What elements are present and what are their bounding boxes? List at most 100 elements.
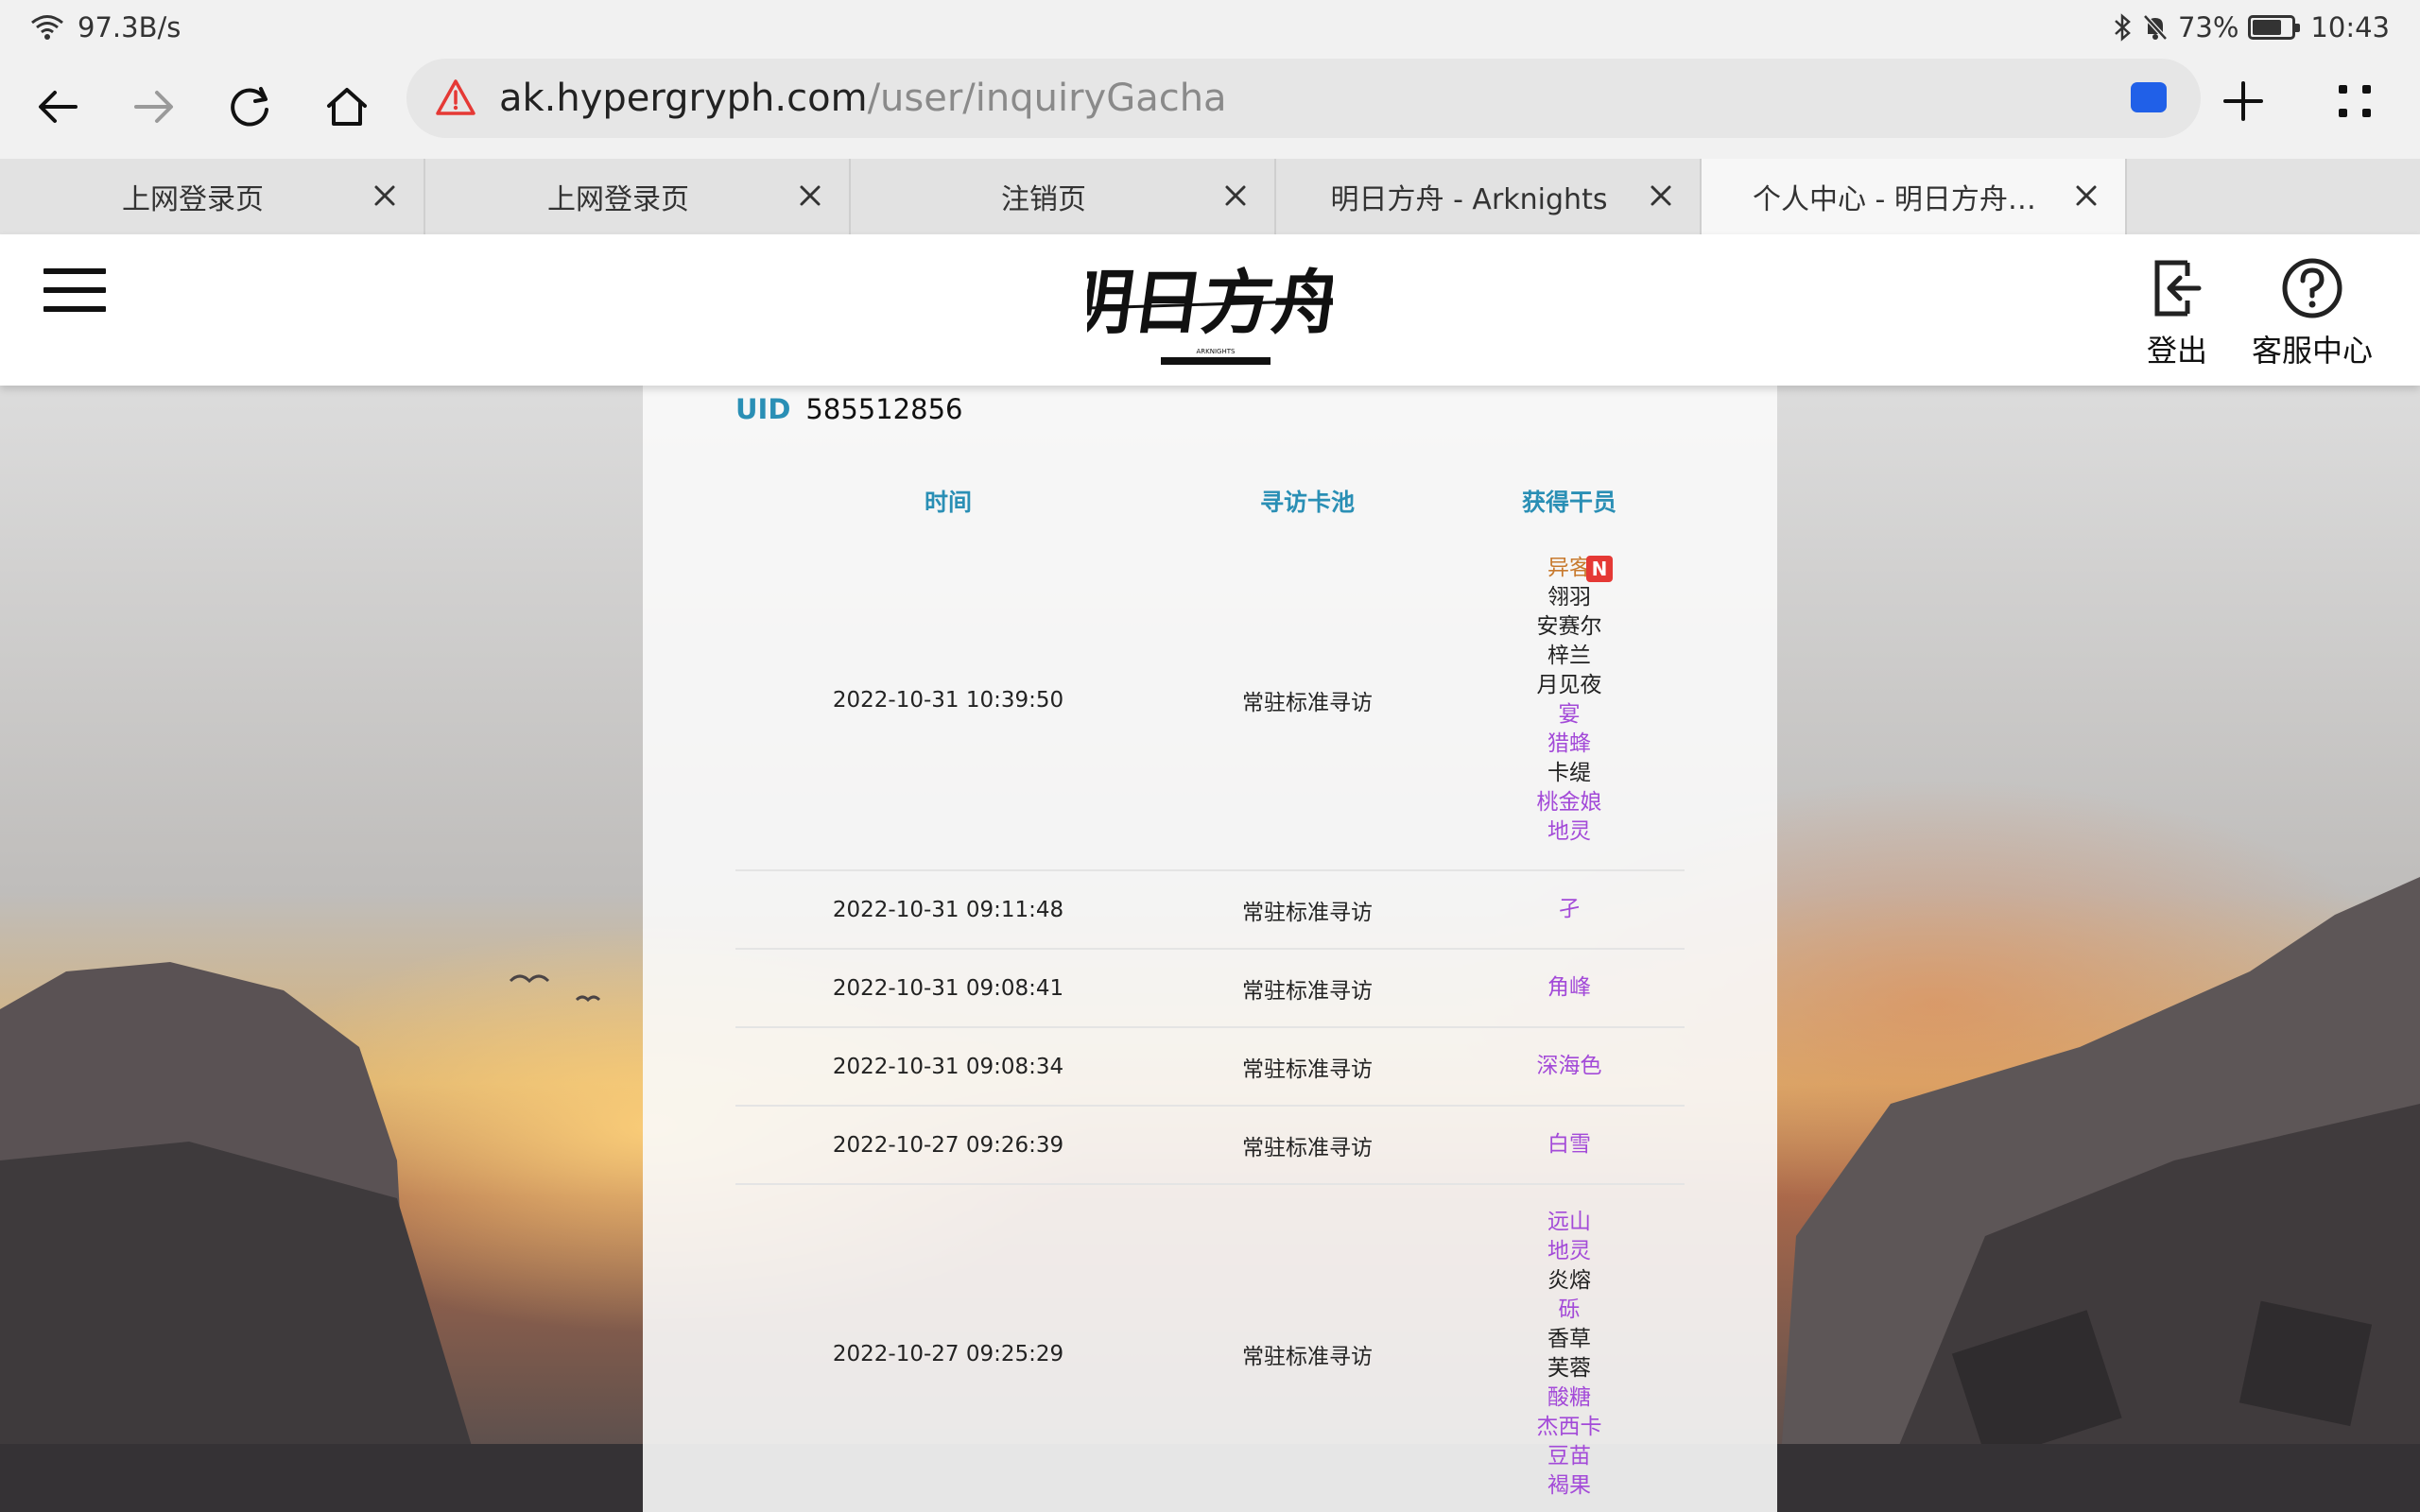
pull-time: 2022-10-27 09:25:29 bbox=[735, 1184, 1161, 1512]
operator-name-text: 月见夜 bbox=[1536, 673, 1602, 697]
operator-name-text: 杰西卡 bbox=[1536, 1415, 1602, 1439]
operator-name: 香草 bbox=[1454, 1325, 1685, 1354]
grid-dots-icon bbox=[2339, 85, 2371, 117]
uid-label: UID bbox=[735, 393, 791, 425]
pull-pool: 常驻标准寻访 bbox=[1161, 1027, 1454, 1107]
warning-triangle-icon[interactable] bbox=[435, 77, 476, 119]
logout-button[interactable]: 登出 bbox=[2144, 255, 2210, 370]
menu-button[interactable] bbox=[2312, 59, 2397, 144]
pull-time: 2022-10-31 09:08:41 bbox=[735, 949, 1161, 1028]
mute-bell-icon bbox=[2143, 14, 2168, 41]
tab-title: 注销页 bbox=[1001, 183, 1086, 216]
uid-value: 585512856 bbox=[805, 393, 963, 425]
close-icon[interactable] bbox=[794, 180, 826, 212]
logout-label: 登出 bbox=[2146, 333, 2207, 369]
operator-name: 炎熔 bbox=[1454, 1266, 1685, 1296]
hamburger-menu-icon[interactable] bbox=[43, 268, 106, 318]
customer-service-label: 客服中心 bbox=[2252, 333, 2374, 369]
forward-button[interactable] bbox=[112, 64, 197, 149]
pull-operators: 异客 N 翎羽 安赛尔 梓兰 月见夜宴猎蜂 卡缇 桃金娘 地灵 bbox=[1454, 531, 1685, 871]
pull-pool: 常驻标准寻访 bbox=[1161, 949, 1454, 1028]
table-row: 2022-10-31 09:08:34 常驻标准寻访 深海色 bbox=[735, 1027, 1685, 1107]
operator-name: 角峰 bbox=[1454, 973, 1685, 1003]
pull-operators: 角峰 bbox=[1454, 949, 1685, 1028]
operator-name: 白雪 bbox=[1454, 1130, 1685, 1160]
pull-pool: 常驻标准寻访 bbox=[1161, 870, 1454, 950]
operator-name: 梓兰 bbox=[1454, 642, 1685, 671]
operator-name-text: 砾 bbox=[1558, 1297, 1581, 1322]
new-operator-badge: N bbox=[1586, 556, 1613, 582]
operator-name: 豆苗 bbox=[1454, 1442, 1685, 1471]
close-icon[interactable] bbox=[369, 180, 401, 212]
table-row: 2022-10-27 09:25:29 常驻标准寻访 远山 地灵 炎熔砾香草 芙蓉 酸糖 杰西… bbox=[735, 1184, 1685, 1512]
operator-name-text: 安赛尔 bbox=[1536, 614, 1602, 639]
operator-name: 孑 bbox=[1454, 895, 1685, 924]
tab-title: 明日方舟 - Arknights bbox=[1330, 183, 1608, 216]
tab-title: 上网登录页 bbox=[122, 183, 264, 216]
close-icon[interactable] bbox=[1645, 180, 1677, 212]
operator-name-text: 角峰 bbox=[1547, 975, 1591, 1000]
arknights-logo[interactable]: 明日方舟 ARKNIGHTS bbox=[1087, 253, 1333, 376]
back-button[interactable] bbox=[15, 64, 100, 149]
arrow-left-icon bbox=[39, 91, 78, 123]
reload-button[interactable] bbox=[208, 64, 293, 149]
table-row: 2022-10-31 10:39:50 常驻标准寻访 异客 N 翎羽 安赛尔 梓兰 月见夜宴猎… bbox=[735, 531, 1685, 871]
operator-name: 宴 bbox=[1454, 700, 1685, 730]
tab-logout[interactable]: 注销页 bbox=[851, 159, 1276, 234]
operator-name-text: 褐果 bbox=[1547, 1473, 1591, 1498]
reader-mode-icon[interactable] bbox=[2131, 82, 2167, 112]
operator-name-text: 远山 bbox=[1547, 1210, 1591, 1234]
pull-operators: 孑 bbox=[1454, 870, 1685, 950]
operator-name: 砾 bbox=[1454, 1296, 1685, 1325]
operator-name-text: 豆苗 bbox=[1547, 1444, 1591, 1469]
plus-icon bbox=[2223, 81, 2263, 121]
pull-time: 2022-10-31 09:11:48 bbox=[735, 870, 1161, 950]
operator-name-text: 卡缇 bbox=[1547, 761, 1591, 785]
customer-service-button[interactable]: 客服中心 bbox=[2252, 255, 2373, 370]
operator-name: 远山 bbox=[1454, 1208, 1685, 1237]
column-header-time: 时间 bbox=[924, 489, 972, 516]
tab-title: 上网登录页 bbox=[547, 183, 689, 216]
address-bar[interactable]: ak.hypergryph.com/user/inquiryGacha bbox=[406, 59, 2201, 138]
operator-name: 杰西卡 bbox=[1454, 1413, 1685, 1442]
site-header: 明日方舟 ARKNIGHTS 登出 客服中心 bbox=[0, 234, 2420, 386]
operator-name-text: 猎蜂 bbox=[1547, 731, 1591, 756]
pull-operators: 远山 地灵 炎熔砾香草 芙蓉 酸糖 杰西卡 豆苗 褐果 bbox=[1454, 1184, 1685, 1512]
close-icon[interactable] bbox=[2070, 180, 2102, 212]
operator-name-text: 梓兰 bbox=[1547, 644, 1591, 668]
tab-login-1[interactable]: 上网登录页 bbox=[0, 159, 425, 234]
bluetooth-icon bbox=[2115, 13, 2131, 42]
operator-name: 翎羽 bbox=[1454, 583, 1685, 612]
tab-arknights[interactable]: 明日方舟 - Arknights bbox=[1276, 159, 1702, 234]
help-circle-icon bbox=[2282, 258, 2342, 318]
arrow-right-icon bbox=[134, 91, 173, 123]
tab-login-2[interactable]: 上网登录页 bbox=[425, 159, 851, 234]
operator-name: 芙蓉 bbox=[1454, 1354, 1685, 1383]
new-tab-button[interactable] bbox=[2201, 59, 2286, 144]
operator-name-text: 香草 bbox=[1547, 1327, 1591, 1351]
operator-name: 猎蜂 bbox=[1454, 730, 1685, 759]
battery-fill bbox=[2253, 20, 2281, 35]
close-icon[interactable] bbox=[1219, 180, 1252, 212]
operator-name: 卡缇 bbox=[1454, 759, 1685, 788]
pull-pool: 常驻标准寻访 bbox=[1161, 1106, 1454, 1185]
operator-name: 深海色 bbox=[1454, 1052, 1685, 1081]
operator-name-text: 炎熔 bbox=[1547, 1268, 1591, 1293]
logout-icon bbox=[2154, 260, 2202, 317]
tab-user-center[interactable]: 个人中心 - 明日方舟 - Arknights bbox=[1702, 159, 2127, 234]
system-status-bar: 97.3B/s 73% 10:43 bbox=[0, 0, 2420, 55]
network-speed: 97.3B/s bbox=[78, 11, 182, 43]
operator-name-text: 深海色 bbox=[1536, 1054, 1602, 1078]
pull-pool: 常驻标准寻访 bbox=[1161, 1184, 1454, 1512]
home-button[interactable] bbox=[304, 64, 389, 149]
tab-title: 个人中心 - 明日方舟 - Arknights bbox=[1753, 183, 2036, 216]
table-row: 2022-10-31 09:11:48 常驻标准寻访 孑 bbox=[735, 870, 1685, 950]
operator-name-text: 孑 bbox=[1558, 897, 1581, 921]
gacha-history-table: 时间 寻访卡池 获得干员 2022-10-31 10:39:50 常驻标准寻访 异客… bbox=[735, 471, 1685, 1512]
operator-name-text: 桃金娘 bbox=[1536, 790, 1602, 815]
table-header-row: 时间 寻访卡池 获得干员 bbox=[735, 471, 1685, 531]
battery-icon bbox=[2248, 15, 2301, 40]
operator-name-text: 芙蓉 bbox=[1547, 1356, 1591, 1381]
url-host: ak.hypergryph.com bbox=[499, 77, 868, 120]
tab-strip: 上网登录页 上网登录页 注销页 明日方舟 - Arknights 个人中心 - … bbox=[0, 159, 2420, 234]
